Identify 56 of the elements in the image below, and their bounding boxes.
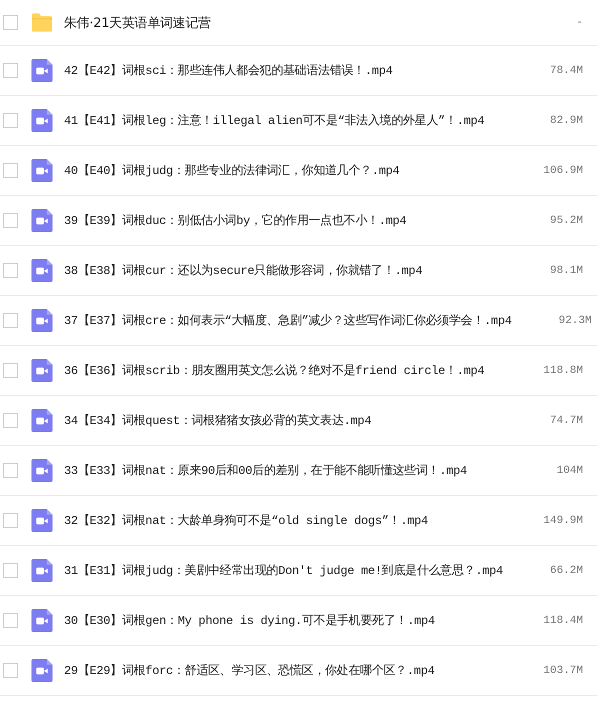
checkbox[interactable] [3,513,18,528]
checkbox[interactable] [3,15,18,30]
checkbox[interactable] [3,113,18,128]
checkbox[interactable] [3,663,18,678]
checkbox[interactable] [3,413,18,428]
checkbox[interactable] [3,213,18,228]
file-size: 82.9M [548,114,584,126]
checkbox[interactable] [3,163,18,178]
file-name[interactable]: 36【E36】词根scrib：朋友圈用英文怎么说？绝对不是friend circle！.mp4 [64,362,503,379]
checkbox[interactable] [3,463,18,478]
file-name[interactable]: 41【E41】词根leg：注意！illegal alien可不是“非法入境的外星人”！.mp4 [64,112,503,129]
file-size: 104M [556,464,584,476]
checkbox[interactable] [3,613,18,628]
file-size: 95.2M [548,214,584,226]
file-size: 78.4M [548,64,584,76]
video-file-icon [31,509,53,532]
video-file-icon [31,659,53,682]
video-file-icon [31,409,53,432]
file-size: 98.1M [548,264,584,276]
file-name[interactable]: 30【E30】词根gen：My phone is dying.可不是手机要死了！.mp4 [64,612,503,629]
video-file-icon [31,159,53,182]
video-file-icon [31,259,53,282]
file-name[interactable]: 33【E33】词根nat：原来90后和00后的差别，在于能不能听懂这些词！.mp4 [64,462,503,479]
file-size: 106.9M [542,164,584,176]
file-name[interactable]: 42【E42】词根sci：那些连伟人都会犯的基础语法错误！.mp4 [64,62,503,79]
file-name[interactable]: 29【E29】词根forc：舒适区、学习区、恐慌区，你处在哪个区？.mp4 [64,662,503,679]
video-file-icon [31,459,53,482]
file-size: 92.3M [558,314,593,326]
checkbox[interactable] [3,313,18,328]
file-name[interactable]: 38【E38】词根cur：还以为secure只能做形容词，你就错了！.mp4 [64,262,503,279]
file-name[interactable]: 朱伟·21天英语单词速记营 [64,14,503,32]
file-size: 103.7M [542,664,584,676]
checkbox[interactable] [3,63,18,78]
file-size: 74.7M [548,414,584,426]
video-file-icon [31,559,53,582]
checkbox[interactable] [3,263,18,278]
file-name[interactable]: 31【E31】词根judg：美剧中经常出现的Don't judge me!到底是什么意思？.mp4 [64,562,503,579]
video-file-icon [31,609,53,632]
file-size: 118.8M [542,364,584,376]
video-file-icon [31,109,53,132]
file-name[interactable]: 34【E34】词根quest：词根猪猪女孩必背的英文表达.mp4 [64,412,503,429]
video-file-icon [31,359,53,382]
file-name[interactable]: 40【E40】词根judg：那些专业的法律词汇，你知道几个？.mp4 [64,162,503,179]
video-file-icon [31,209,53,232]
file-name[interactable]: 39【E39】词根duc：别低估小词by，它的作用一点也不小！.mp4 [64,212,503,229]
checkbox[interactable] [3,363,18,378]
file-size: 118.4M [542,614,584,626]
file-size: 66.2M [548,564,584,576]
file-name[interactable]: 32【E32】词根nat：大龄单身狗可不是“old single dogs”！.mp4 [64,512,503,529]
video-file-icon [31,309,53,332]
checkbox[interactable] [3,563,18,578]
folder-icon [31,11,53,34]
video-file-icon [31,59,53,82]
file-size: 149.9M [542,514,584,526]
file-name[interactable]: 37【E37】词根cre：如何表示“大幅度、急剧”减少？这些写作词汇你必须学会！.mp4 [64,312,512,329]
file-size: - [575,16,584,28]
